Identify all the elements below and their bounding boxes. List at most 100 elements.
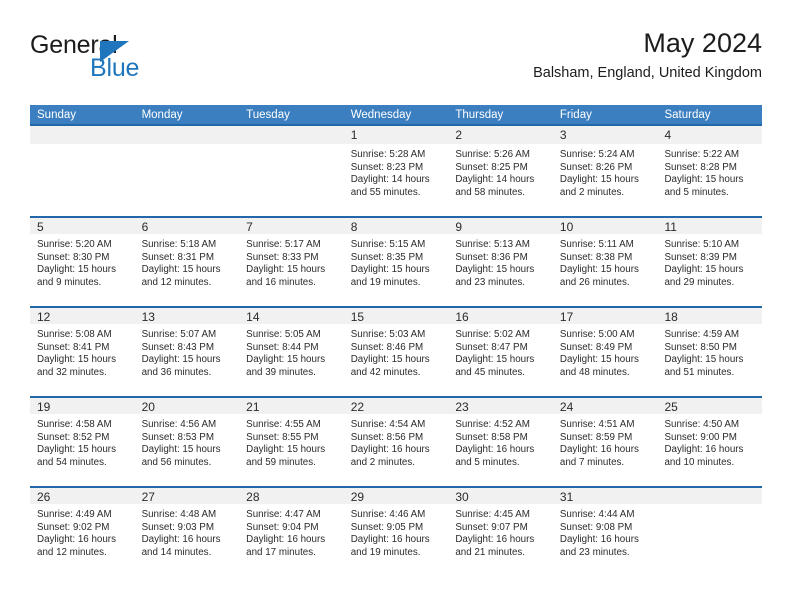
day-number[interactable]: 2 <box>448 126 553 144</box>
day-number[interactable]: 7 <box>239 218 344 234</box>
day-cell[interactable]: Sunrise: 5:10 AM Sunset: 8:39 PM Daylight:… <box>657 234 762 306</box>
daylight-text: Daylight: 16 hours and 21 minutes. <box>455 534 535 558</box>
day-cell[interactable]: Sunrise: 5:00 AM Sunset: 8:49 PM Daylight:… <box>553 324 658 396</box>
day-cell[interactable]: Sunrise: 5:02 AM Sunset: 8:47 PM Daylight:… <box>448 324 553 396</box>
day-number[interactable]: 18 <box>657 308 762 324</box>
sunset-text: Sunset: 8:47 PM <box>455 341 528 353</box>
day-cell[interactable]: Sunrise: 4:58 AM Sunset: 8:52 PM Daylight:… <box>30 414 135 486</box>
day-cell[interactable]: Sunrise: 5:18 AM Sunset: 8:31 PM Daylight:… <box>135 234 240 306</box>
sunset-text: Sunset: 8:49 PM <box>559 341 633 353</box>
day-number[interactable]: 1 <box>344 126 449 144</box>
day-number[interactable]: 21 <box>239 398 344 414</box>
sunset-text: Sunset: 8:58 PM <box>455 431 528 443</box>
day-cell[interactable]: Sunrise: 4:59 AM Sunset: 8:50 PM Daylight:… <box>657 324 762 396</box>
sunset-text: Sunset: 8:33 PM <box>246 251 319 263</box>
daylight-text: Daylight: 15 hours and 26 minutes. <box>559 264 639 288</box>
location-subtitle: Balsham, England, United Kingdom <box>533 65 762 82</box>
day-cell[interactable]: Sunrise: 5:05 AM Sunset: 8:44 PM Daylight:… <box>239 324 344 396</box>
day-number[interactable]: 24 <box>553 398 658 414</box>
sunset-text: Sunset: 8:30 PM <box>37 251 110 263</box>
day-cell[interactable]: Sunrise: 5:22 AM Sunset: 8:28 PM Daylight:… <box>657 144 762 216</box>
day-number[interactable]: 4 <box>657 126 762 144</box>
day-number[interactable]: 29 <box>344 488 449 504</box>
day-cell[interactable]: Sunrise: 4:47 AM Sunset: 9:04 PM Daylight:… <box>239 504 344 576</box>
sunset-text: Sunset: 9:08 PM <box>559 521 633 533</box>
sunset-text: Sunset: 8:44 PM <box>246 341 319 353</box>
sunset-text: Sunset: 9:02 PM <box>37 521 110 533</box>
day-cell[interactable]: Sunrise: 5:07 AM Sunset: 8:43 PM Daylight:… <box>135 324 240 396</box>
daylight-text: Daylight: 15 hours and 54 minutes. <box>37 444 116 468</box>
sunrise-text: Sunrise: 4:48 AM <box>141 509 217 520</box>
day-number[interactable]: 23 <box>448 398 553 414</box>
sunrise-text: Sunrise: 5:11 AM <box>559 239 634 250</box>
sunrise-text: Sunrise: 4:45 AM <box>455 509 530 520</box>
day-number[interactable]: 14 <box>239 308 344 324</box>
day-number[interactable]: 16 <box>448 308 553 324</box>
daylight-text: Daylight: 15 hours and 5 minutes. <box>664 174 744 198</box>
day-number[interactable]: 3 <box>553 126 658 144</box>
day-cell[interactable]: Sunrise: 4:46 AM Sunset: 9:05 PM Daylight:… <box>344 504 449 576</box>
day-number[interactable]: 12 <box>30 308 135 324</box>
day-number[interactable]: 31 <box>553 488 658 504</box>
day-number[interactable]: 27 <box>135 488 240 504</box>
day-detail-row: Sunrise: 5:20 AM Sunset: 8:30 PM Daylight:… <box>30 234 762 306</box>
day-cell[interactable]: Sunrise: 4:51 AM Sunset: 8:59 PM Daylight:… <box>553 414 658 486</box>
day-cell[interactable]: Sunrise: 5:03 AM Sunset: 8:46 PM Daylight:… <box>344 324 449 396</box>
day-number[interactable]: 9 <box>448 218 553 234</box>
day-cell[interactable]: Sunrise: 4:56 AM Sunset: 8:53 PM Daylight:… <box>135 414 240 486</box>
day-cell[interactable]: Sunrise: 4:49 AM Sunset: 9:02 PM Daylight:… <box>30 504 135 576</box>
daylight-text: Daylight: 15 hours and 16 minutes. <box>246 264 326 288</box>
day-number[interactable]: 8 <box>344 218 449 234</box>
day-number[interactable]: 20 <box>135 398 240 414</box>
day-number[interactable]: 22 <box>344 398 449 414</box>
day-cell[interactable]: Sunrise: 5:08 AM Sunset: 8:41 PM Daylight:… <box>30 324 135 396</box>
day-cell[interactable]: Sunrise: 5:11 AM Sunset: 8:38 PM Daylight:… <box>553 234 658 306</box>
day-cell[interactable]: Sunrise: 4:45 AM Sunset: 9:07 PM Daylight:… <box>448 504 553 576</box>
day-number[interactable]: 15 <box>344 308 449 324</box>
day-cell[interactable]: Sunrise: 5:13 AM Sunset: 8:36 PM Daylight:… <box>448 234 553 306</box>
day-cell[interactable]: Sunrise: 4:55 AM Sunset: 8:55 PM Daylight:… <box>239 414 344 486</box>
day-cell[interactable]: Sunrise: 5:15 AM Sunset: 8:35 PM Daylight:… <box>344 234 449 306</box>
day-number-row: 5 6 7 8 9 10 11 <box>30 216 762 234</box>
day-cell[interactable]: Sunrise: 5:17 AM Sunset: 8:33 PM Daylight:… <box>239 234 344 306</box>
sunrise-text: Sunrise: 4:46 AM <box>350 509 426 520</box>
day-cell[interactable]: Sunrise: 4:50 AM Sunset: 9:00 PM Daylight:… <box>657 414 762 486</box>
day-cell[interactable]: Sunrise: 4:54 AM Sunset: 8:56 PM Daylight:… <box>344 414 449 486</box>
day-number[interactable]: 30 <box>448 488 553 504</box>
daylight-text: Daylight: 15 hours and 9 minutes. <box>37 264 116 288</box>
day-number[interactable]: 17 <box>553 308 658 324</box>
day-number[interactable]: 6 <box>135 218 240 234</box>
day-number-empty <box>135 126 240 144</box>
weekday-header-row: Sunday Monday Tuesday Wednesday Thursday Frid… <box>30 105 762 126</box>
day-cell[interactable]: Sunrise: 4:48 AM Sunset: 9:03 PM Daylight:… <box>135 504 240 576</box>
day-number[interactable]: 19 <box>30 398 135 414</box>
day-cell[interactable]: Sunrise: 5:20 AM Sunset: 8:30 PM Daylight:… <box>30 234 135 306</box>
day-number[interactable]: 26 <box>30 488 135 504</box>
daylight-text: Daylight: 15 hours and 36 minutes. <box>141 354 221 378</box>
daylight-text: Daylight: 15 hours and 32 minutes. <box>37 354 116 378</box>
weekday-header-saturday: Saturday <box>664 109 711 121</box>
day-number[interactable]: 5 <box>30 218 135 234</box>
weekday-header-tuesday: Tuesday <box>246 109 290 121</box>
sunset-text: Sunset: 9:07 PM <box>455 521 528 533</box>
calendar-grid: Sunday Monday Tuesday Wednesday Thursday Frid… <box>30 105 762 576</box>
day-cell[interactable]: Sunrise: 5:24 AM Sunset: 8:26 PM Daylight:… <box>553 144 658 216</box>
sunset-text: Sunset: 8:31 PM <box>141 251 215 263</box>
day-cell[interactable]: Sunrise: 5:28 AM Sunset: 8:23 PM Daylight:… <box>344 144 449 216</box>
day-number[interactable]: 10 <box>553 218 658 234</box>
sunset-text: Sunset: 8:43 PM <box>141 341 215 353</box>
general-blue-logo[interactable]: General Blue <box>30 30 250 92</box>
sunrise-text: Sunrise: 5:00 AM <box>559 329 635 340</box>
daylight-text: Daylight: 16 hours and 5 minutes. <box>455 444 535 468</box>
day-cell[interactable]: Sunrise: 4:52 AM Sunset: 8:58 PM Daylight:… <box>448 414 553 486</box>
sunrise-text: Sunrise: 5:08 AM <box>37 329 112 340</box>
day-number[interactable]: 11 <box>657 218 762 234</box>
daylight-text: Daylight: 15 hours and 12 minutes. <box>141 264 221 288</box>
day-number[interactable]: 13 <box>135 308 240 324</box>
daylight-text: Daylight: 15 hours and 39 minutes. <box>246 354 326 378</box>
day-number[interactable]: 25 <box>657 398 762 414</box>
day-cell[interactable]: Sunrise: 4:44 AM Sunset: 9:08 PM Daylight:… <box>553 504 658 576</box>
day-cell[interactable]: Sunrise: 5:26 AM Sunset: 8:25 PM Daylight:… <box>448 144 553 216</box>
sunrise-text: Sunrise: 5:03 AM <box>350 329 426 340</box>
day-number[interactable]: 28 <box>239 488 344 504</box>
